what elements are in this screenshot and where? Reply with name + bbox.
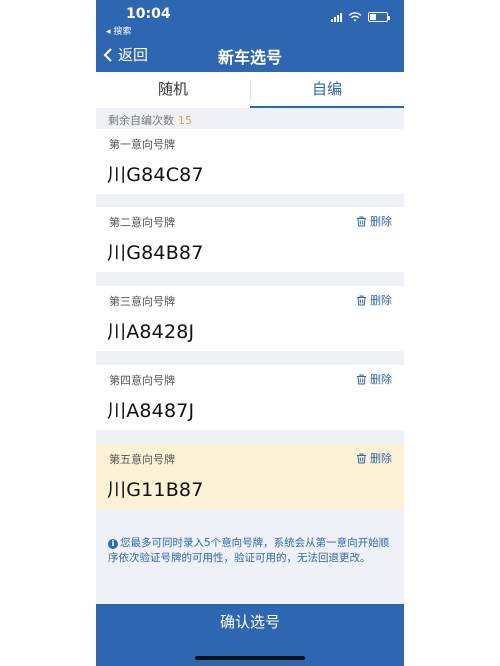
remaining-value: 15 <box>178 114 192 127</box>
plate-value[interactable]: 川A8428J <box>107 317 194 344</box>
phone-screen: 10:04 ◂ 搜索 新车选号 返回 随机 自编 剩余自编次数 15 第一意向号… <box>96 0 404 666</box>
plate-value[interactable]: 川G84C87 <box>107 160 204 187</box>
tab-bar: 随机 自编 <box>96 72 404 108</box>
plate-value[interactable]: 川G11B87 <box>107 475 204 502</box>
back-button[interactable]: 返回 <box>102 44 148 65</box>
trash-icon <box>357 453 366 463</box>
tab-random[interactable]: 随机 <box>96 72 250 108</box>
status-icons <box>331 12 390 22</box>
plate-label: 第五意向号牌 <box>109 453 175 466</box>
plate-card-4[interactable]: 第四意向号牌 删除 川A8487J <box>96 365 404 430</box>
tab-divider <box>250 80 251 100</box>
wifi-icon <box>348 12 362 22</box>
plate-card-2[interactable]: 第二意向号牌 删除 川G84B87 <box>96 207 404 272</box>
confirm-button[interactable]: 确认选号 <box>96 604 404 640</box>
chevron-left-icon <box>103 47 112 62</box>
header: 10:04 ◂ 搜索 新车选号 返回 <box>96 0 404 72</box>
notice-body: 您最多可同时录入5个意向号牌，系统会从第一意向开始顺序依次验证号牌的可用性，验证… <box>108 537 390 564</box>
plate-card-3[interactable]: 第三意向号牌 删除 川A8428J <box>96 286 404 351</box>
plate-value[interactable]: 川G84B87 <box>107 238 204 265</box>
delete-label: 删除 <box>370 215 392 228</box>
trash-icon <box>357 216 366 226</box>
signal-icon <box>331 12 342 22</box>
bottom-safe-area <box>96 640 404 666</box>
delete-button[interactable]: 删除 <box>356 450 392 466</box>
trash-icon <box>357 374 366 384</box>
info-icon: i <box>108 539 118 549</box>
delete-button[interactable]: 删除 <box>356 213 392 229</box>
plate-label: 第一意向号牌 <box>109 138 175 151</box>
status-back-to-app[interactable]: ◂ 搜索 <box>106 24 131 37</box>
plate-label: 第三意向号牌 <box>109 295 175 308</box>
trash-icon <box>357 295 366 305</box>
notice-text: i 您最多可同时录入5个意向号牌，系统会从第一意向开始顺序依次验证号牌的可用性，验… <box>108 536 396 566</box>
plate-value[interactable]: 川A8487J <box>107 396 194 423</box>
plate-card-1[interactable]: 第一意向号牌 川G84C87 <box>96 129 404 194</box>
remaining-count: 剩余自编次数 15 <box>108 112 192 128</box>
delete-button[interactable]: 删除 <box>356 371 392 387</box>
plate-card-5[interactable]: 第五意向号牌 删除 川G11B87 <box>96 444 404 509</box>
status-time: 10:04 <box>126 6 171 22</box>
delete-label: 删除 <box>370 294 392 307</box>
delete-label: 删除 <box>370 373 392 386</box>
battery-icon <box>368 12 390 22</box>
back-label: 返回 <box>118 46 149 64</box>
home-indicator[interactable] <box>195 656 305 660</box>
delete-button[interactable]: 删除 <box>356 292 392 308</box>
delete-label: 删除 <box>370 452 392 465</box>
tab-custom[interactable]: 自编 <box>250 72 404 108</box>
plate-label: 第二意向号牌 <box>109 216 175 229</box>
remaining-label: 剩余自编次数 <box>108 114 174 127</box>
plate-label: 第四意向号牌 <box>109 374 175 387</box>
